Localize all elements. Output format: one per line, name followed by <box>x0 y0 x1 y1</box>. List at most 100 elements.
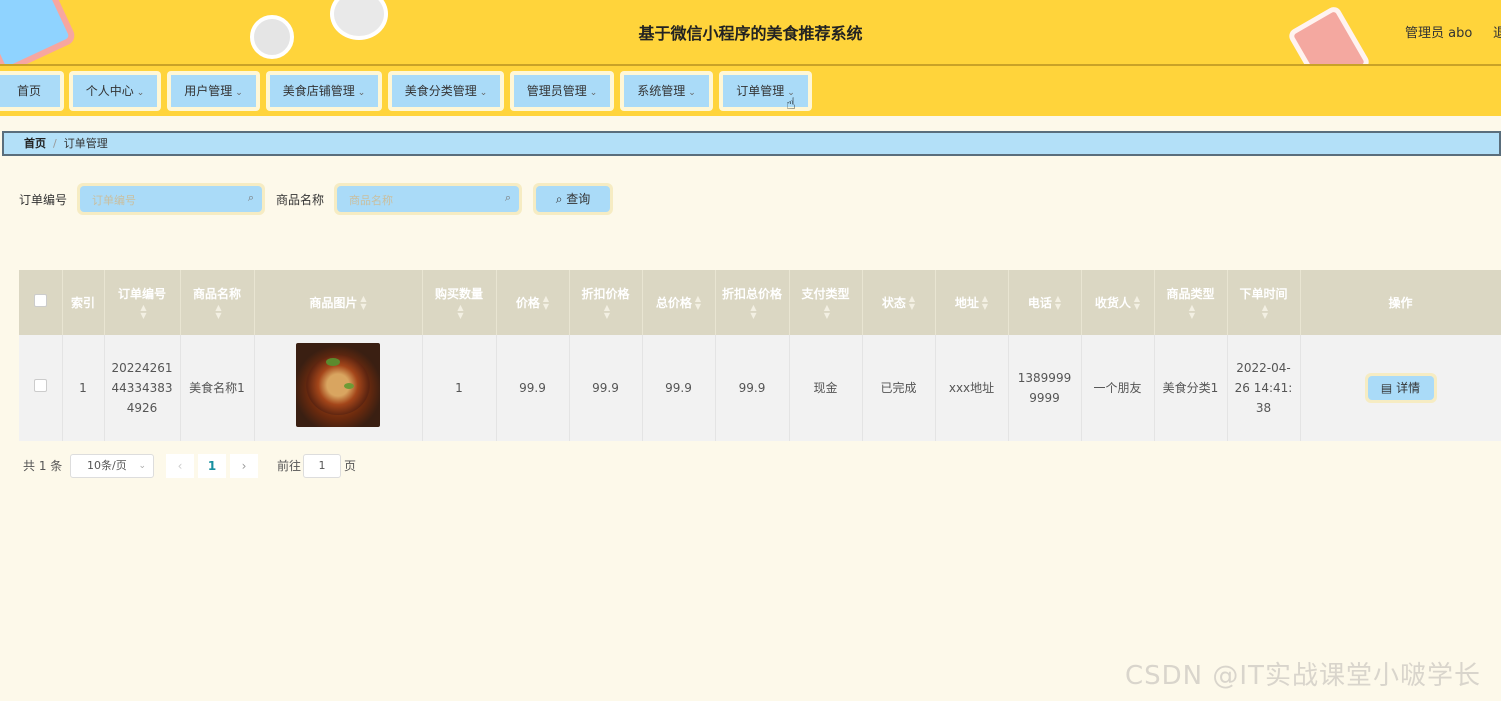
order-no-input[interactable] <box>80 186 249 214</box>
nav-item-food-shop-management[interactable]: 美食店铺管理 ⌄ <box>266 71 382 111</box>
logout-link[interactable]: 退 <box>1493 22 1501 41</box>
sort-icon[interactable]: ▲ ▼ <box>604 304 610 320</box>
goto-page-input[interactable]: 1 <box>303 454 341 478</box>
sort-icon[interactable]: ▲ ▼ <box>982 295 988 311</box>
detail-button[interactable]: ▤ 详情 <box>1364 373 1437 403</box>
select-all-checkbox[interactable] <box>33 293 47 307</box>
watermark: CSDN @IT实战课堂小啵学长 <box>1125 661 1481 691</box>
order-time-cell: 2022-04-26 14:41:38 <box>1227 335 1301 441</box>
column-header-label: 电话 <box>1027 295 1052 310</box>
discount-total-cell: 99.9 <box>715 335 790 441</box>
product-name-input[interactable] <box>337 186 506 214</box>
sort-icon[interactable]: ▲ ▼ <box>824 304 830 320</box>
page-size-value: 10条/页 <box>87 459 127 472</box>
column-header[interactable]: 订单编号 ▲ ▼ <box>104 270 181 335</box>
sort-icon[interactable]: ▲ ▼ <box>1189 304 1195 320</box>
sort-icon[interactable]: ▲ ▼ <box>909 295 915 311</box>
nav-item-admin-management[interactable]: 管理员管理 ⌄ <box>510 71 614 111</box>
admin-user-label[interactable]: 管理员 abo <box>1405 22 1472 41</box>
query-button-label: 查询 <box>566 192 591 206</box>
column-header-label: 折扣总价格 <box>721 286 782 301</box>
column-header[interactable]: 商品名称 ▲ ▼ <box>180 270 255 335</box>
column-header-label: 商品类型 <box>1166 286 1215 301</box>
column-header-label: 收货人 <box>1094 295 1131 310</box>
sort-icon[interactable]: ▲ ▼ <box>750 304 756 320</box>
column-header[interactable]: 电话 ▲ ▼ <box>1008 270 1082 335</box>
sort-icon[interactable]: ▲ ▼ <box>457 304 463 320</box>
page-size-select[interactable]: 10条/页 ⌄ <box>70 454 154 478</box>
column-header[interactable]: 购买数量 ▲ ▼ <box>422 270 497 335</box>
chevron-down-icon: ⌄ <box>688 88 696 98</box>
column-header[interactable]: 下单时间 ▲ ▼ <box>1227 270 1301 335</box>
select-all-header <box>19 270 63 335</box>
top-nav: 首页 个人中心 ⌄ 用户管理 ⌄ 美食店铺管理 ⌄ 美食分类管理 ⌄ 管理员管理 ⌄ 系统… <box>0 64 1501 116</box>
category-cell: 美食分类1 <box>1154 335 1228 441</box>
chevron-left-icon: ‹ <box>177 459 183 473</box>
column-header[interactable]: 价格 ▲ ▼ <box>496 270 570 335</box>
food-image[interactable] <box>296 343 380 427</box>
table-header-row: 索引 订单编号 ▲ ▼ 商品名称 ▲ ▼ 商品图片 ▲ ▼ 购买数量 ▲ ▼ 价格 ▲ ▼ 折扣价格… <box>19 270 1501 335</box>
receiver-cell: 一个朋友 <box>1081 335 1155 441</box>
sort-icon[interactable]: ▲ ▼ <box>543 295 549 311</box>
nav-item-personal-center[interactable]: 个人中心 ⌄ <box>69 71 161 111</box>
product-name-field: ⌕ <box>334 183 522 215</box>
sort-icon[interactable]: ▲ ▼ <box>1262 304 1268 320</box>
chevron-down-icon: ⌄ <box>235 88 243 98</box>
column-header[interactable]: 总价格 ▲ ▼ <box>642 270 716 335</box>
row-checkbox[interactable] <box>33 379 47 392</box>
product-image-cell <box>254 335 423 441</box>
column-header[interactable]: 折扣价格 ▲ ▼ <box>569 270 643 335</box>
index-cell: 1 <box>62 335 105 441</box>
column-header[interactable]: 支付类型 ▲ ▼ <box>789 270 863 335</box>
nav-item-label: 管理员管理 <box>526 84 587 98</box>
column-header[interactable]: 状态 ▲ ▼ <box>862 270 936 335</box>
prev-page-button[interactable]: ‹ <box>166 454 194 478</box>
column-header[interactable]: 商品类型 ▲ ▼ <box>1154 270 1228 335</box>
column-header[interactable]: 折扣总价格 ▲ ▼ <box>715 270 790 335</box>
column-header-label: 商品图片 <box>309 295 358 310</box>
column-header-label: 价格 <box>515 295 540 310</box>
table-row: 1 20224261443343834926 美食名称1 1 99.9 99.9… <box>19 335 1501 441</box>
breadcrumb-home[interactable]: 首页 <box>24 137 46 150</box>
sort-icon[interactable]: ▲ ▼ <box>695 295 701 311</box>
discount-price-cell: 99.9 <box>569 335 643 441</box>
nav-item-system-management[interactable]: 系统管理 ⌄ <box>620 71 713 111</box>
quantity-cell: 1 <box>422 335 497 441</box>
query-button[interactable]: ⌕ 查询 <box>533 183 613 215</box>
column-header[interactable]: 商品图片 ▲ ▼ <box>254 270 423 335</box>
nav-item-food-category-management[interactable]: 美食分类管理 ⌄ <box>388 71 504 111</box>
nav-item-label: 用户管理 <box>184 84 233 98</box>
column-header-label: 下单时间 <box>1239 286 1288 301</box>
nav-item-label: 美食分类管理 <box>404 84 477 98</box>
sort-icon[interactable]: ▲ ▼ <box>360 295 366 311</box>
chevron-down-icon: ⌄ <box>357 88 366 98</box>
column-header: 操作 <box>1300 270 1501 335</box>
search-icon: ⌕ <box>555 192 563 206</box>
column-header[interactable]: 地址 ▲ ▼ <box>935 270 1009 335</box>
column-header-label: 地址 <box>954 295 979 310</box>
nav-item-order-management[interactable]: 订单管理 ⌄ <box>719 71 812 111</box>
nav-item-label: 系统管理 <box>637 84 686 98</box>
column-header: 索引 <box>62 270 105 335</box>
nav-item-user-management[interactable]: 用户管理 ⌄ <box>167 71 260 111</box>
sort-icon[interactable]: ▲ ▼ <box>1055 295 1061 311</box>
column-header-label: 折扣价格 <box>581 286 630 301</box>
column-header-label: 购买数量 <box>434 286 483 301</box>
phone-cell: 13899999999 <box>1008 335 1082 441</box>
hand-pointer-cursor-icon: ☝ <box>786 94 796 113</box>
order-table: 索引 订单编号 ▲ ▼ 商品名称 ▲ ▼ 商品图片 ▲ ▼ 购买数量 ▲ ▼ 价格 ▲ ▼ 折扣价格… <box>19 270 1501 441</box>
next-page-button[interactable]: › <box>230 454 258 478</box>
column-header-label: 支付类型 <box>801 286 850 301</box>
page-number-current[interactable]: 1 <box>198 454 226 478</box>
app-title: 基于微信小程序的美食推荐系统 <box>638 24 863 43</box>
column-header[interactable]: 收货人 ▲ ▼ <box>1081 270 1155 335</box>
sort-icon[interactable]: ▲ ▼ <box>140 304 146 320</box>
address-cell: xxx地址 <box>935 335 1009 441</box>
order-no-field: ⌕ <box>77 183 265 215</box>
chevron-down-icon: ⌄ <box>136 88 145 98</box>
sort-icon[interactable]: ▲ ▼ <box>1134 295 1140 311</box>
total-count: 共 1 条 <box>23 459 63 473</box>
column-header-label: 总价格 <box>655 295 692 310</box>
nav-item-home[interactable]: 首页 <box>0 71 64 111</box>
sort-icon[interactable]: ▲ ▼ <box>215 304 221 320</box>
